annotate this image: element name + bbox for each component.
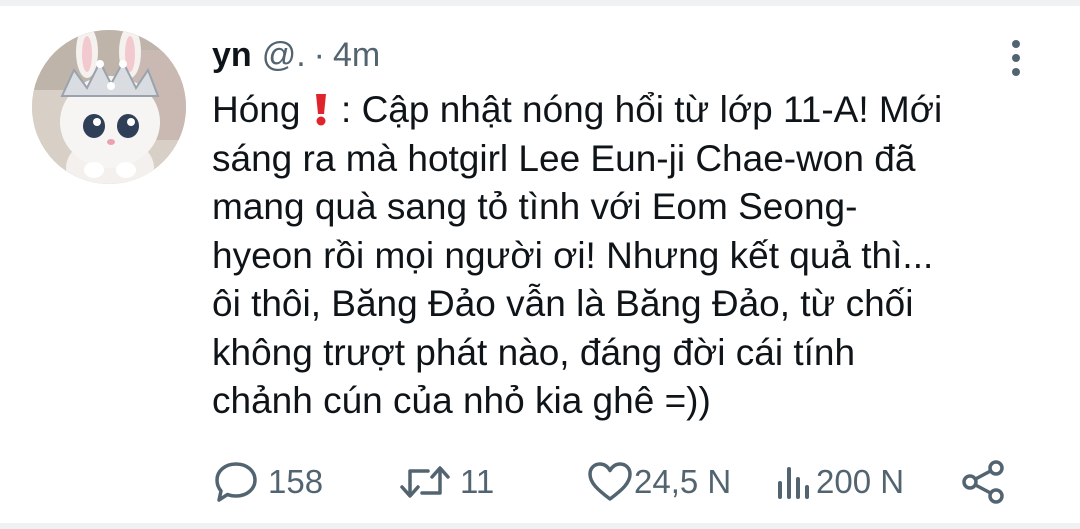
reply-count: 158 (268, 463, 324, 500)
tweet-text-line: sáng ra mà hotgirl Lee Eun-ji Chae-won đ… (212, 137, 916, 179)
tweet-text-line: Hóng (212, 89, 301, 130)
retweet-icon (398, 459, 452, 505)
more-vertical-icon-dot (1012, 54, 1020, 62)
views-button[interactable]: 200 N (774, 455, 904, 509)
bottom-divider (0, 523, 1080, 529)
tweet-text-line: chảnh cún của nhỏ kia ghê =)) (212, 380, 711, 421)
retweet-count: 11 (460, 463, 495, 500)
reply-icon (212, 459, 260, 505)
bunny-avatar-image (32, 30, 186, 184)
display-name[interactable]: yn (212, 36, 252, 75)
tweet-text-line: mang quà sang tỏ tình với Eom Seong- (212, 186, 858, 227)
tweet-text-line: : Cập nhật nóng hổi từ lớp 11-A! Mới (341, 89, 943, 130)
share-icon (960, 459, 1006, 505)
header-separator: · (313, 36, 325, 74)
more-vertical-icon-dot (1012, 68, 1020, 76)
user-handle[interactable]: @. (262, 36, 306, 75)
like-count: 24,5 N (634, 463, 732, 500)
more-vertical-icon (1012, 40, 1020, 48)
tweet-actions: 158 11 24,5 N 200 N (212, 455, 1032, 509)
avatar[interactable] (32, 30, 186, 184)
views-icon (774, 459, 814, 505)
reply-button[interactable]: 158 (212, 455, 323, 509)
more-options-button[interactable] (1002, 38, 1030, 78)
tweet-text-line: không trượt phát nào, đáng đời cái tính (212, 331, 856, 373)
top-divider (0, 0, 1080, 6)
retweet-button[interactable]: 11 (398, 455, 494, 509)
like-button[interactable]: 24,5 N (586, 455, 731, 509)
tweet-timestamp[interactable]: 4m (333, 36, 380, 75)
views-count: 200 N (816, 463, 905, 500)
tweet-text-line: ôi thôi, Băng Đảo vẫn là Băng Đảo, từ ch… (212, 283, 914, 324)
tweet-text: Hóng : Cập nhật nóng hổi từ lớp 11-A! Mớ… (212, 86, 1042, 426)
tweet-header: yn @. · 4m (212, 36, 380, 82)
heart-icon (586, 459, 634, 505)
exclamation-mark-emoji (313, 90, 329, 127)
tweet-text-line: hyeon rồi mọi người ơi! Nhưng kết quả th… (212, 234, 934, 276)
share-button[interactable] (960, 455, 1006, 509)
